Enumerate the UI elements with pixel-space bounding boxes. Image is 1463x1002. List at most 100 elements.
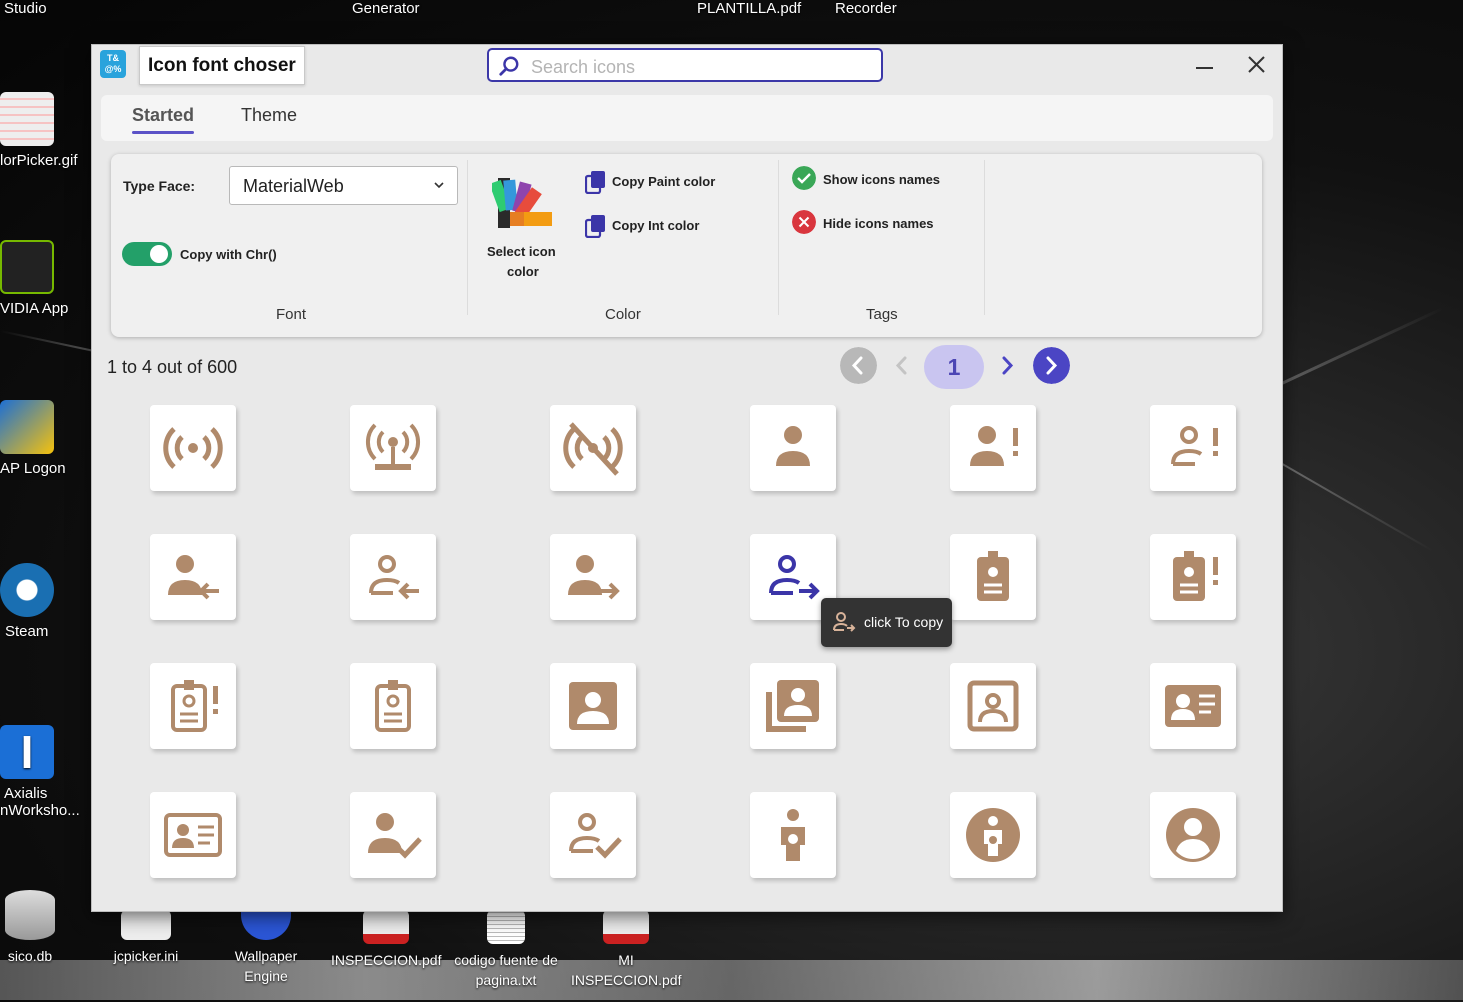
icon-tile[interactable] <box>950 792 1036 878</box>
person-child-icon <box>781 809 805 861</box>
type-face-dropdown[interactable]: MaterialWeb <box>229 166 458 205</box>
select-icon-color-button[interactable]: Select icon color <box>481 168 563 288</box>
last-page-button[interactable] <box>1033 347 1070 384</box>
icon-tile[interactable] <box>350 663 436 749</box>
icon-tile[interactable] <box>1150 792 1236 878</box>
previous-page-button[interactable] <box>884 347 921 384</box>
copy-paint-color-label: Copy Paint color <box>612 174 716 189</box>
person-alert-icon <box>970 426 1018 466</box>
chevron-down-icon <box>434 182 444 189</box>
person-arrow-left-icon <box>168 555 219 600</box>
desktop-label-generator[interactable]: Generator <box>352 0 420 17</box>
desktop-icon-mi-inspeccion[interactable]: MI INSPECCION.pdf <box>571 910 681 990</box>
icon-tile[interactable] <box>150 534 236 620</box>
desktop-icon-label: INSPECCION.pdf <box>331 952 442 968</box>
text-file-icon <box>487 910 525 944</box>
copy-with-chr-toggle[interactable] <box>122 242 172 266</box>
icon-tile[interactable] <box>750 405 836 491</box>
desktop-label-recorder[interactable]: Recorder <box>835 0 897 17</box>
next-page-button[interactable] <box>989 347 1026 384</box>
desktop-icon-jcpicker[interactable]: jcpicker.ini <box>106 910 186 966</box>
icon-tile[interactable] <box>350 534 436 620</box>
steam-icon <box>0 563 54 617</box>
icon-tile[interactable] <box>1150 405 1236 491</box>
desktop-icon-nvidia[interactable]: VIDIA App <box>0 240 68 317</box>
icon-tile[interactable] <box>750 792 836 878</box>
desktop-icon-colorpicker[interactable]: lorPicker.gif <box>0 92 78 169</box>
desktop-icon-label: MI INSPECCION.pdf <box>571 952 682 988</box>
select-icon-color-label: Select icon <box>487 244 556 259</box>
current-page-indicator[interactable]: 1 <box>924 345 984 389</box>
desktop-icon-codigo[interactable]: codigo fuente de pagina.txt <box>446 910 566 990</box>
first-page-button[interactable] <box>840 347 877 384</box>
hide-icons-names-button[interactable]: Hide icons names <box>792 210 962 238</box>
icon-tile[interactable] <box>350 792 436 878</box>
desktop-icon-label: codigo fuente de pagina.txt <box>454 952 558 988</box>
icon-tile[interactable] <box>750 663 836 749</box>
icon-tile[interactable] <box>550 792 636 878</box>
copy-paint-color-button[interactable]: Copy Paint color <box>585 168 745 196</box>
icon-tile[interactable] <box>1150 663 1236 749</box>
person-alert-outline-icon <box>1171 426 1218 466</box>
desktop-icon-steam[interactable]: Steam <box>0 563 54 640</box>
title-bar[interactable]: T& @% Icon font choser <box>92 45 1282 93</box>
search-input[interactable] <box>529 54 873 80</box>
close-circle-icon <box>792 210 816 234</box>
group-separator <box>984 160 985 315</box>
hide-icons-names-label: Hide icons names <box>823 216 934 231</box>
desktop-icon-label: Steam <box>5 623 49 640</box>
desktop-icon-db[interactable]: sico.db <box>0 890 70 966</box>
icon-tile[interactable] <box>150 663 236 749</box>
person-arrow-left-outline-icon <box>369 555 419 600</box>
icon-tile[interactable] <box>950 405 1036 491</box>
icon-tile[interactable] <box>1150 534 1236 620</box>
icon-tile[interactable] <box>350 405 436 491</box>
sap-logon-icon <box>0 400 54 454</box>
window-title: Icon font choser <box>139 46 305 85</box>
icon-tile[interactable] <box>550 405 636 491</box>
cell-tower-icon <box>365 423 421 470</box>
desktop-icon-label: AP Logon <box>0 460 66 477</box>
search-box[interactable] <box>487 48 883 82</box>
icon-tile[interactable] <box>950 534 1036 620</box>
desktop-label-plantilla[interactable]: PLANTILLA.pdf <box>697 0 801 17</box>
icon-tile[interactable] <box>150 405 236 491</box>
show-icons-names-button[interactable]: Show icons names <box>792 166 962 194</box>
group-separator <box>467 160 468 315</box>
close-icon[interactable] <box>1242 51 1272 79</box>
results-count: 1 to 4 out of 600 <box>107 357 238 377</box>
desktop-icon-saplogon[interactable]: AP Logon <box>0 400 66 477</box>
desktop-icon-axialis[interactable]: I Axialis nWorksho... <box>0 725 80 819</box>
person-icon <box>776 426 810 466</box>
desktop-icon-label: sico.db <box>7 948 53 964</box>
desktop-icon-wallpaper[interactable]: Wallpaper Engine <box>226 910 306 986</box>
icon-tile[interactable] <box>550 663 636 749</box>
group-label-tags: Tags <box>866 306 898 323</box>
icon-tile[interactable] <box>550 534 636 620</box>
copy-int-color-button[interactable]: Copy Int color <box>585 212 745 240</box>
show-icons-names-label: Show icons names <box>823 172 941 187</box>
tab-theme[interactable]: Theme <box>241 105 297 126</box>
desktop-label-studio[interactable]: Studio <box>4 0 47 17</box>
copy-icon <box>585 171 605 194</box>
color-palette-icon <box>492 178 552 228</box>
pdf-file-icon <box>603 910 649 944</box>
desktop-icon-label: nWorksho... <box>0 802 80 819</box>
badge-alert-outline-icon <box>171 680 218 732</box>
group-label-font: Font <box>276 306 307 323</box>
select-icon-color-label-2: color <box>507 264 539 279</box>
settings-file-icon <box>121 910 171 940</box>
badge-outline-icon <box>375 680 411 732</box>
contacts-multiple-icon <box>766 680 819 732</box>
axialis-icon: I <box>0 725 54 779</box>
pdf-file-icon <box>363 910 409 944</box>
desktop-icon-inspeccion[interactable]: INSPECCION.pdf <box>331 910 441 970</box>
database-icon <box>5 890 55 940</box>
nvidia-icon <box>0 240 54 294</box>
icon-tile[interactable] <box>950 663 1036 749</box>
copy-tooltip: click To copy <box>821 598 952 647</box>
tab-started[interactable]: Started <box>132 105 195 134</box>
icon-tile[interactable] <box>150 792 236 878</box>
copy-with-chr-label: Copy with Chr() <box>180 247 277 262</box>
minimize-icon[interactable] <box>1190 51 1220 79</box>
